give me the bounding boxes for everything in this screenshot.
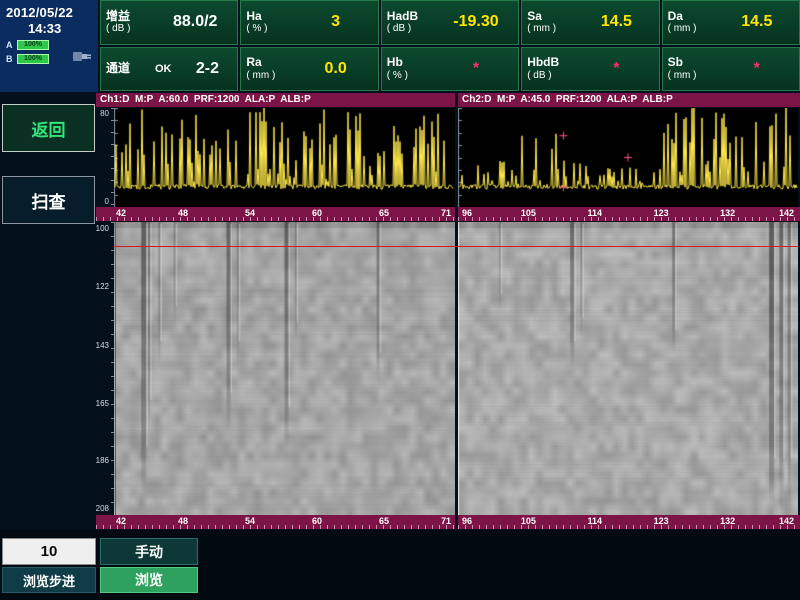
parameter-grid: 增益 ( dB ) 88.0/2 Ha ( % ) 3 HadB ( dB ) …: [100, 0, 800, 91]
param-sb-label: Sb ( mm ): [663, 56, 715, 81]
browse-step-value[interactable]: 10: [2, 538, 96, 565]
param-channel-value: 2-2: [178, 60, 238, 78]
param-hadb[interactable]: HadB ( dB ) -19.30: [381, 0, 519, 45]
ascan-axis-bottom-label: 0: [105, 197, 109, 206]
browse-button[interactable]: 浏览: [100, 567, 198, 593]
param-ra-value: 0.0: [293, 60, 377, 78]
ruler-top-ch1: 4248 5460 6571: [96, 207, 455, 221]
battery-b-gauge: 100%: [17, 54, 49, 64]
channel2-info-bar: Ch2:D M:P A:45.0 PRF:1200 ALA:P ALB:P: [458, 93, 800, 107]
battery-b-label: B: [6, 54, 14, 64]
manual-mode-button[interactable]: 手动: [100, 538, 198, 565]
time-text: 14:33: [0, 20, 98, 36]
param-hadb-label: HadB ( dB ): [382, 10, 434, 35]
param-gain-label: 增益 ( dB ): [101, 10, 153, 35]
param-da-value: 14.5: [715, 13, 799, 31]
param-ha-label: Ha ( % ): [241, 10, 293, 35]
param-hbdb[interactable]: HbdB ( dB ) *: [521, 47, 659, 92]
battery-a-gauge: 100%: [17, 40, 49, 50]
param-hbdb-value: *: [574, 60, 658, 78]
param-hadb-value: -19.30: [434, 13, 518, 31]
back-button[interactable]: 返回: [2, 104, 95, 152]
param-hb-value: *: [434, 60, 518, 78]
clock-panel: 2012/05/22 14:33 A 100% B 100%: [0, 0, 98, 92]
date-text: 2012/05/22: [0, 0, 98, 20]
bscan-depth-axis: 100122 143165 186208: [96, 222, 114, 515]
ruler-bottom-ch2: 96105 114123 132142: [458, 515, 800, 529]
ruler-top-ch2: 96105 114123 132142: [458, 207, 800, 221]
ascan-amplitude-axis: 80 0: [96, 108, 114, 207]
probe-connector-icon: [72, 48, 94, 69]
ascan-axis-top-label: 80: [100, 109, 109, 118]
channel-status: OK: [155, 63, 172, 75]
param-hb-label: Hb ( % ): [382, 56, 434, 81]
bscan-display-ch2: [458, 222, 798, 515]
ascan-display-ch2: [458, 108, 798, 207]
browse-step-button[interactable]: 浏览步进: [2, 567, 96, 593]
ascan-display-ch1: [114, 108, 455, 207]
channel1-info-bar: Ch1:D M:P A:60.0 PRF:1200 ALA:P ALB:P: [96, 93, 455, 107]
param-ra[interactable]: Ra ( mm ) 0.0: [240, 47, 378, 92]
param-hbdb-label: HbdB ( dB ): [522, 56, 574, 81]
ut-flaw-detector-screen: 2012/05/22 14:33 A 100% B 100% 增益 ( dB ): [0, 0, 800, 600]
param-sa-label: Sa ( mm ): [522, 10, 574, 35]
param-da-label: Da ( mm ): [663, 10, 715, 35]
param-ra-label: Ra ( mm ): [241, 56, 293, 81]
param-da[interactable]: Da ( mm ) 14.5: [662, 0, 800, 45]
param-channel[interactable]: 通道 OK 2-2: [100, 47, 238, 92]
param-ha[interactable]: Ha ( % ) 3: [240, 0, 378, 45]
param-sa-value: 14.5: [574, 13, 658, 31]
param-hb[interactable]: Hb ( % ) *: [381, 47, 519, 92]
bscan-display-ch1: [114, 222, 455, 515]
scan-position-cursor: [115, 222, 116, 515]
ruler-bottom-ch1: 4248 5460 6571: [96, 515, 455, 529]
gate-depth-line: [114, 246, 798, 247]
param-sb-value: *: [715, 60, 799, 78]
battery-a-label: A: [6, 40, 14, 50]
scan-button[interactable]: 扫查: [2, 176, 95, 224]
param-gain-value: 88.0/2: [153, 13, 237, 31]
param-channel-label: 通道: [101, 62, 153, 76]
param-sa[interactable]: Sa ( mm ) 14.5: [521, 0, 659, 45]
param-sb[interactable]: Sb ( mm ) *: [662, 47, 800, 92]
param-gain[interactable]: 增益 ( dB ) 88.0/2: [100, 0, 238, 45]
param-ha-value: 3: [293, 13, 377, 31]
